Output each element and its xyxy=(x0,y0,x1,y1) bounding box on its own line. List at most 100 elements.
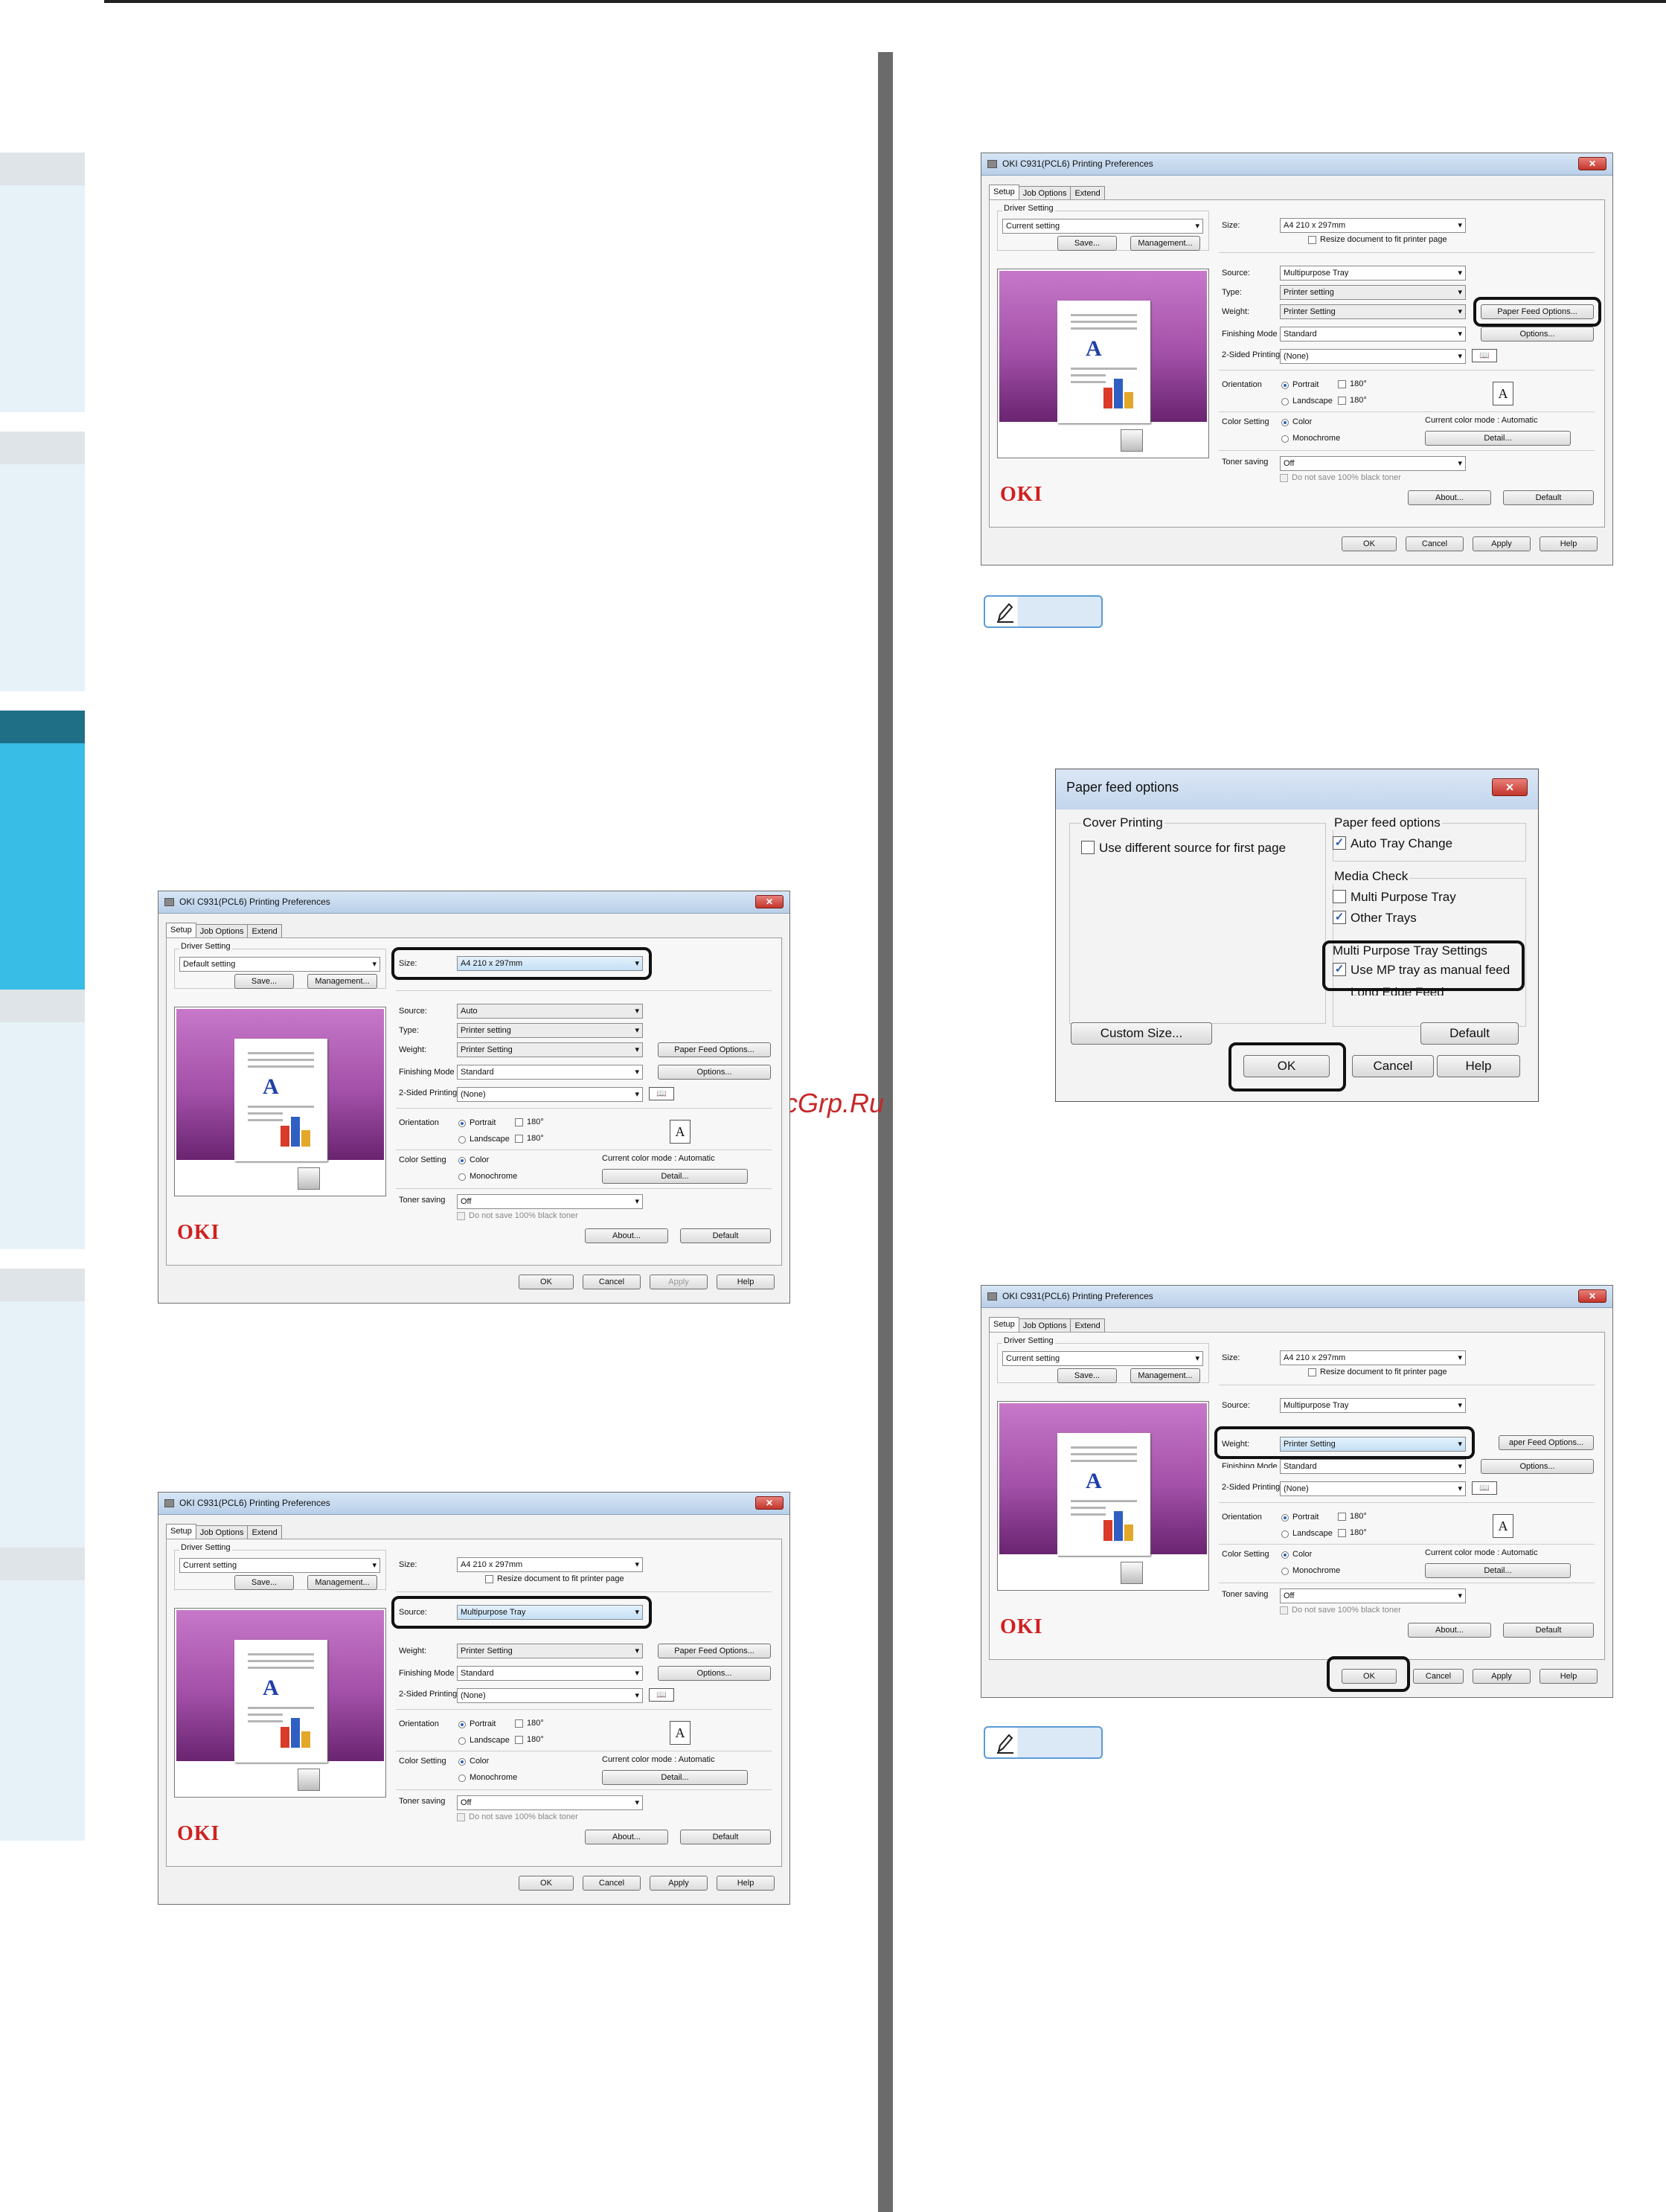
weight-select[interactable]: Printer Setting xyxy=(457,1644,643,1658)
cancel-button[interactable]: Cancel xyxy=(1352,1055,1434,1077)
options-button[interactable]: Options... xyxy=(658,1065,771,1080)
source-select[interactable]: Multipurpose Tray xyxy=(1280,1398,1466,1413)
monochrome-radio[interactable] xyxy=(1281,435,1289,443)
chapter-tab-5[interactable] xyxy=(0,1269,85,1562)
multi-purpose-checkbox[interactable] xyxy=(1333,890,1346,903)
save-button[interactable]: Save... xyxy=(234,1575,294,1590)
tab-setup[interactable]: Setup xyxy=(166,923,196,939)
apply-button[interactable]: Apply xyxy=(1473,1669,1531,1684)
portrait-radio[interactable] xyxy=(1281,1514,1289,1522)
rotate-180-checkbox[interactable] xyxy=(1338,1513,1346,1521)
color-radio[interactable] xyxy=(458,1157,466,1164)
monochrome-radio[interactable] xyxy=(458,1173,466,1181)
apply-button[interactable]: Apply xyxy=(650,1876,708,1891)
ok-button[interactable]: OK xyxy=(519,1275,574,1289)
toner-saving-select[interactable]: Off xyxy=(457,1194,643,1209)
auto-tray-checkbox[interactable]: ✓ xyxy=(1333,836,1346,850)
save-button[interactable]: Save... xyxy=(1057,1368,1117,1383)
close-icon[interactable]: ✕ xyxy=(1578,157,1606,170)
chapter-tab-2[interactable] xyxy=(0,432,85,691)
size-select[interactable]: A4 210 x 297mm xyxy=(457,1557,643,1572)
default-button[interactable]: Default xyxy=(1503,490,1594,505)
close-icon[interactable]: ✕ xyxy=(1578,1289,1606,1303)
tab-setup[interactable]: Setup xyxy=(166,1524,196,1540)
rotate-180-checkbox[interactable] xyxy=(1338,380,1346,388)
cancel-button[interactable]: Cancel xyxy=(1406,536,1464,551)
help-button[interactable]: Help xyxy=(717,1876,775,1891)
tab-setup[interactable]: Setup xyxy=(989,185,1019,201)
driver-setting-select[interactable]: Current setting xyxy=(179,1558,380,1573)
tab-extend[interactable]: Extend xyxy=(1070,186,1105,201)
resize-checkbox[interactable] xyxy=(1308,236,1316,244)
landscape-radio[interactable] xyxy=(1281,1530,1289,1538)
help-button[interactable]: Help xyxy=(1540,536,1598,551)
options-button[interactable]: Options... xyxy=(658,1666,771,1681)
apply-button[interactable]: Apply xyxy=(1473,536,1531,551)
black-toner-checkbox[interactable] xyxy=(457,1813,465,1821)
black-toner-checkbox[interactable] xyxy=(457,1212,465,1220)
use-diff-source-checkbox[interactable] xyxy=(1081,841,1095,854)
tab-extend[interactable]: Extend xyxy=(247,1525,282,1540)
paper-feed-options-button[interactable]: Paper Feed Options... xyxy=(658,1042,771,1057)
landscape-radio[interactable] xyxy=(458,1136,466,1144)
landscape-radio[interactable] xyxy=(1281,398,1289,405)
portrait-radio[interactable] xyxy=(1281,382,1289,389)
about-button[interactable]: About... xyxy=(1408,490,1491,505)
weight-select[interactable]: Printer Setting xyxy=(1280,304,1466,319)
finishing-mode-select[interactable]: Standard xyxy=(1280,327,1466,342)
driver-setting-select[interactable]: Default setting xyxy=(179,957,380,972)
default-button[interactable]: Default xyxy=(1420,1022,1519,1045)
two-sided-select[interactable]: (None) xyxy=(1280,349,1466,364)
default-button[interactable]: Default xyxy=(680,1830,771,1844)
portrait-radio[interactable] xyxy=(458,1120,466,1127)
rotate-180-checkbox[interactable] xyxy=(515,1719,523,1728)
custom-size-button[interactable]: Custom Size... xyxy=(1071,1022,1212,1045)
chapter-tab-3-active[interactable] xyxy=(0,711,85,1004)
chapter-tab-1[interactable] xyxy=(0,153,85,412)
cancel-button[interactable]: Cancel xyxy=(1413,1669,1464,1684)
source-select[interactable]: Multipurpose Tray xyxy=(1280,266,1466,280)
paper-feed-options-button[interactable]: aper Feed Options... xyxy=(1499,1435,1594,1450)
monochrome-radio[interactable] xyxy=(458,1775,466,1782)
driver-setting-select[interactable]: Current setting xyxy=(1002,219,1203,234)
two-sided-select[interactable]: (None) xyxy=(457,1688,643,1703)
tab-setup[interactable]: Setup xyxy=(989,1317,1019,1333)
rotate-180-landscape-checkbox[interactable] xyxy=(1338,1529,1346,1537)
help-button[interactable]: Help xyxy=(1540,1669,1598,1684)
portrait-radio[interactable] xyxy=(458,1721,466,1728)
close-icon[interactable]: ✕ xyxy=(755,895,784,908)
tab-extend[interactable]: Extend xyxy=(1070,1318,1105,1333)
cancel-button[interactable]: Cancel xyxy=(583,1275,641,1289)
color-radio[interactable] xyxy=(458,1758,466,1766)
finishing-mode-select[interactable]: Standard xyxy=(457,1065,643,1080)
close-icon[interactable]: ✕ xyxy=(1492,778,1528,796)
save-button[interactable]: Save... xyxy=(234,974,294,989)
color-radio[interactable] xyxy=(1281,1551,1289,1559)
source-select[interactable]: Auto xyxy=(457,1004,643,1019)
tab-job-options[interactable]: Job Options xyxy=(1018,186,1071,201)
landscape-radio[interactable] xyxy=(458,1737,466,1745)
resize-checkbox[interactable] xyxy=(1308,1368,1316,1376)
tab-job-options[interactable]: Job Options xyxy=(195,924,249,939)
management-button[interactable]: Management... xyxy=(1130,1368,1200,1383)
chapter-tab-6[interactable] xyxy=(0,1548,85,1841)
detail-button[interactable]: Detail... xyxy=(1425,431,1571,446)
detail-button[interactable]: Detail... xyxy=(602,1169,748,1184)
rotate-180-landscape-checkbox[interactable] xyxy=(515,1135,523,1143)
options-button[interactable]: Options... xyxy=(1481,1459,1594,1474)
detail-button[interactable]: Detail... xyxy=(602,1770,748,1785)
cancel-button[interactable]: Cancel xyxy=(583,1876,641,1891)
about-button[interactable]: About... xyxy=(585,1228,668,1243)
rotate-180-landscape-checkbox[interactable] xyxy=(515,1736,523,1744)
finishing-mode-select[interactable]: Standard xyxy=(457,1666,643,1681)
type-select[interactable]: Printer setting xyxy=(1280,285,1466,300)
toner-saving-select[interactable]: Off xyxy=(457,1795,643,1810)
type-select[interactable]: Printer setting xyxy=(457,1023,643,1038)
rotate-180-checkbox[interactable] xyxy=(515,1118,523,1126)
management-button[interactable]: Management... xyxy=(307,974,377,989)
options-button[interactable]: Options... xyxy=(1481,327,1594,342)
management-button[interactable]: Management... xyxy=(1130,236,1200,251)
tab-job-options[interactable]: Job Options xyxy=(195,1525,249,1540)
size-select[interactable]: A4 210 x 297mm xyxy=(1280,1350,1466,1365)
monochrome-radio[interactable] xyxy=(1281,1568,1289,1575)
